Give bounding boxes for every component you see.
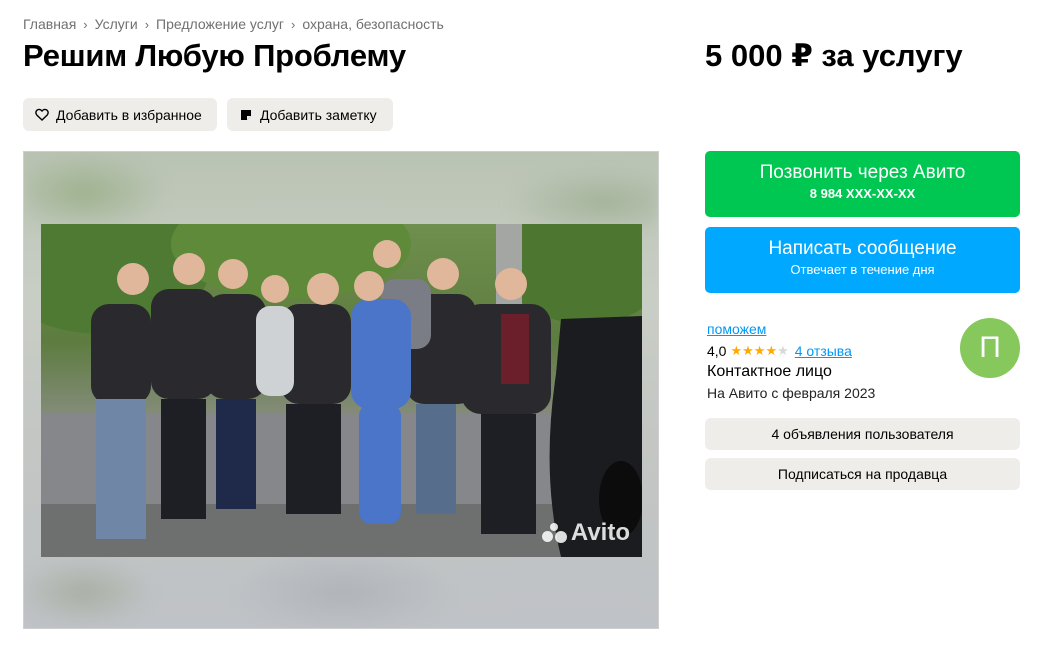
seller-avatar[interactable]: П	[960, 318, 1020, 378]
seller-member-since: На Авито с февраля 2023	[707, 385, 876, 401]
call-button-label: Позвонить через Авито	[759, 162, 966, 183]
listing-price: 5 000 ₽ за услугу	[705, 38, 963, 73]
photo-gallery[interactable]: Avito	[23, 151, 659, 629]
rating-score: 4,0	[707, 343, 727, 359]
message-button-label: Написать сообщение	[768, 238, 957, 259]
breadcrumb: Главная › Услуги › Предложение услуг › о…	[23, 16, 444, 32]
chevron-right-icon: ›	[291, 16, 296, 32]
favorites-label: Добавить в избранное	[56, 106, 202, 123]
group-photo-illustration	[41, 224, 642, 557]
masked-phone-number: 8 984 XXX-XX-XX	[809, 186, 916, 201]
breadcrumb-security[interactable]: охрана, безопасность	[302, 16, 443, 32]
reviews-link[interactable]: 4 отзыва	[795, 343, 852, 359]
avito-watermark: Avito	[541, 519, 630, 547]
star-filled-icon: ★	[730, 343, 743, 358]
note-icon	[238, 107, 254, 123]
add-to-favorites-button[interactable]: Добавить в избранное	[23, 98, 217, 131]
avito-logo-icon	[541, 523, 568, 543]
star-filled-icon: ★	[765, 343, 778, 358]
subscribe-seller-button[interactable]: Подписаться на продавца	[705, 458, 1020, 490]
star-empty-icon: ★	[777, 343, 789, 358]
note-label: Добавить заметку	[260, 106, 377, 123]
star-filled-icon: ★	[742, 343, 754, 358]
call-via-avito-button[interactable]: Позвонить через Авито 8 984 XXX-XX-XX	[705, 151, 1020, 217]
breadcrumb-home[interactable]: Главная	[23, 16, 76, 32]
seller-role: Контактное лицо	[707, 363, 832, 380]
breadcrumb-services[interactable]: Услуги	[95, 16, 138, 32]
rating-stars: ★ ★ ★ ★ ★	[730, 344, 788, 358]
send-message-button[interactable]: Написать сообщение Отвечает в течение дн…	[705, 227, 1020, 293]
add-note-button[interactable]: Добавить заметку	[227, 98, 393, 131]
listing-title: Решим Любую Проблему	[23, 38, 406, 73]
chevron-right-icon: ›	[144, 16, 150, 32]
seller-name-link[interactable]: поможем	[707, 321, 766, 337]
response-time-note: Отвечает в течение дня	[790, 262, 935, 277]
star-filled-icon: ★	[753, 343, 766, 358]
breadcrumb-service-offers[interactable]: Предложение услуг	[156, 16, 284, 32]
heart-icon	[34, 107, 50, 123]
listing-photo[interactable]: Avito	[41, 224, 642, 557]
seller-rating: 4,0 ★ ★ ★ ★ ★ 4 отзыва	[707, 343, 852, 359]
watermark-text: Avito	[570, 519, 630, 546]
seller-ads-button[interactable]: 4 объявления пользователя	[705, 418, 1020, 450]
chevron-right-icon: ›	[83, 16, 88, 32]
